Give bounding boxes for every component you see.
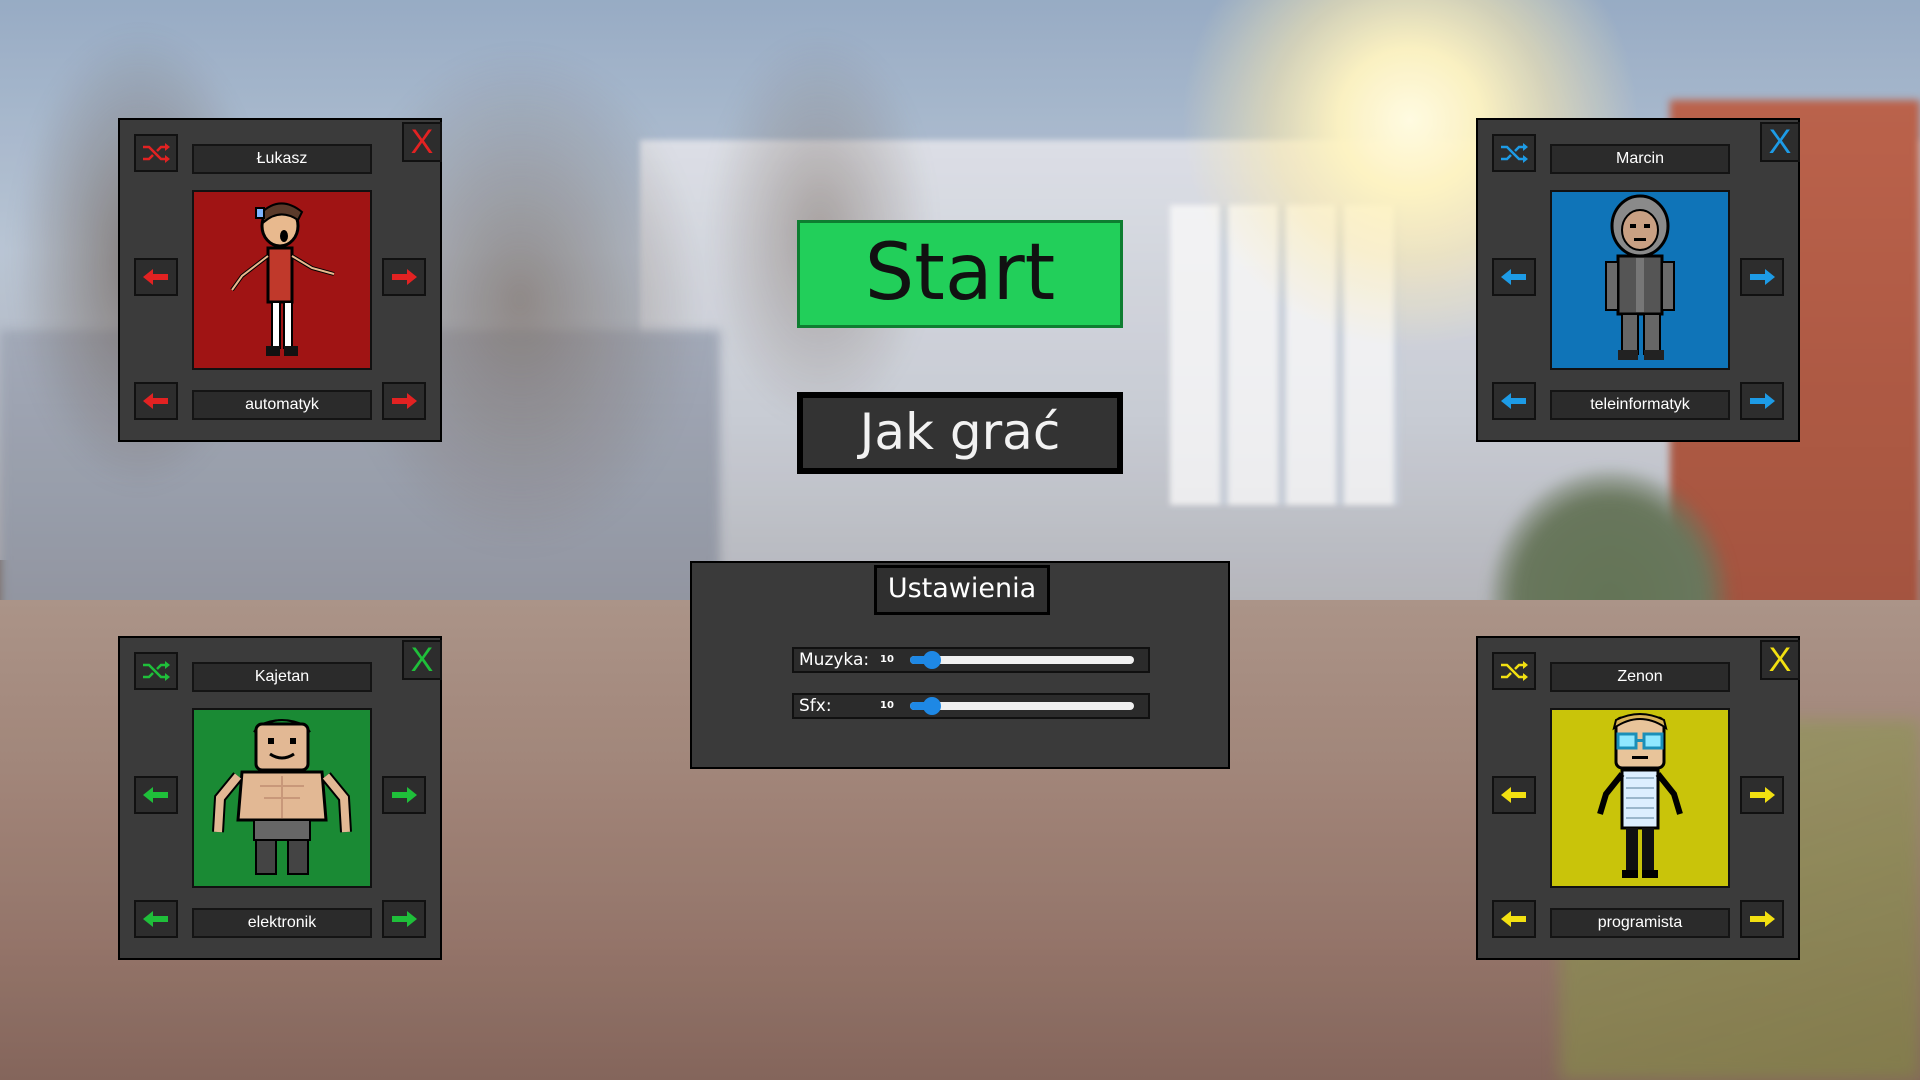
next-role-button[interactable] [382, 900, 426, 938]
prev-role-button[interactable] [1492, 382, 1536, 420]
start-button[interactable]: Start [797, 220, 1123, 328]
settings-title: Ustawienia [874, 565, 1050, 615]
how-to-play-button[interactable]: Jak grać [797, 392, 1123, 474]
close-button[interactable]: X [402, 122, 442, 162]
sfx-value: 10 [880, 700, 894, 711]
shuffle-icon [1501, 661, 1528, 681]
player-card-3: Kajetan X elektronik [118, 636, 442, 960]
arrow-right-icon [1750, 393, 1775, 409]
character-portrait [192, 190, 372, 370]
prev-character-button[interactable] [1492, 258, 1536, 296]
player-role-field: elektronik [192, 908, 372, 938]
player-name-field[interactable]: Łukasz [192, 144, 372, 174]
arrow-right-icon [1750, 269, 1775, 285]
player-name-field[interactable]: Zenon [1550, 662, 1730, 692]
sfx-slider-thumb[interactable] [923, 697, 942, 715]
arrow-right-icon [392, 269, 417, 285]
player-role-field: automatyk [192, 390, 372, 420]
shuffle-button[interactable] [1492, 652, 1536, 690]
next-role-button[interactable] [1740, 382, 1784, 420]
prev-role-button[interactable] [1492, 900, 1536, 938]
arrow-left-icon [143, 787, 168, 803]
player-card-1: Łukasz X automatyk [118, 118, 442, 442]
arrow-left-icon [1501, 269, 1526, 285]
arrow-right-icon [1750, 911, 1775, 927]
settings-panel: Ustawienia Muzyka: 10 Sfx: 10 [690, 561, 1230, 769]
prev-character-button[interactable] [1492, 776, 1536, 814]
music-volume-slider[interactable] [910, 651, 1134, 669]
shuffle-button[interactable] [1492, 134, 1536, 172]
player-name-field[interactable]: Kajetan [192, 662, 372, 692]
arrow-left-icon [1501, 787, 1526, 803]
prev-character-button[interactable] [134, 776, 178, 814]
shuffle-icon [143, 661, 170, 681]
shuffle-icon [143, 143, 170, 163]
next-role-button[interactable] [382, 382, 426, 420]
arrow-left-icon [143, 393, 168, 409]
player-role-field: programista [1550, 908, 1730, 938]
arrow-left-icon [143, 269, 168, 285]
arrow-right-icon [392, 911, 417, 927]
music-volume-row: Muzyka: 10 [792, 647, 1150, 673]
shuffle-button[interactable] [134, 134, 178, 172]
arrow-left-icon [1501, 393, 1526, 409]
music-value: 10 [880, 654, 894, 665]
arrow-right-icon [392, 393, 417, 409]
next-role-button[interactable] [1740, 900, 1784, 938]
character-portrait [1550, 190, 1730, 370]
arrow-right-icon [392, 787, 417, 803]
sfx-volume-slider[interactable] [910, 697, 1134, 715]
next-character-button[interactable] [1740, 776, 1784, 814]
close-button[interactable]: X [402, 640, 442, 680]
music-label: Muzyka: [799, 650, 870, 670]
prev-role-button[interactable] [134, 382, 178, 420]
character-portrait [1550, 708, 1730, 888]
shuffle-button[interactable] [134, 652, 178, 690]
prev-role-button[interactable] [134, 900, 178, 938]
close-button[interactable]: X [1760, 640, 1800, 680]
character-portrait [192, 708, 372, 888]
next-character-button[interactable] [382, 776, 426, 814]
player-name-field[interactable]: Marcin [1550, 144, 1730, 174]
arrow-left-icon [1501, 911, 1526, 927]
arrow-right-icon [1750, 787, 1775, 803]
sfx-volume-row: Sfx: 10 [792, 693, 1150, 719]
shuffle-icon [1501, 143, 1528, 163]
next-character-button[interactable] [1740, 258, 1784, 296]
music-slider-thumb[interactable] [923, 651, 942, 669]
prev-character-button[interactable] [134, 258, 178, 296]
arrow-left-icon [143, 911, 168, 927]
player-card-4: Zenon X programista [1476, 636, 1800, 960]
player-card-2: Marcin X teleinformatyk [1476, 118, 1800, 442]
close-button[interactable]: X [1760, 122, 1800, 162]
next-character-button[interactable] [382, 258, 426, 296]
sfx-label: Sfx: [799, 696, 832, 716]
player-role-field: teleinformatyk [1550, 390, 1730, 420]
